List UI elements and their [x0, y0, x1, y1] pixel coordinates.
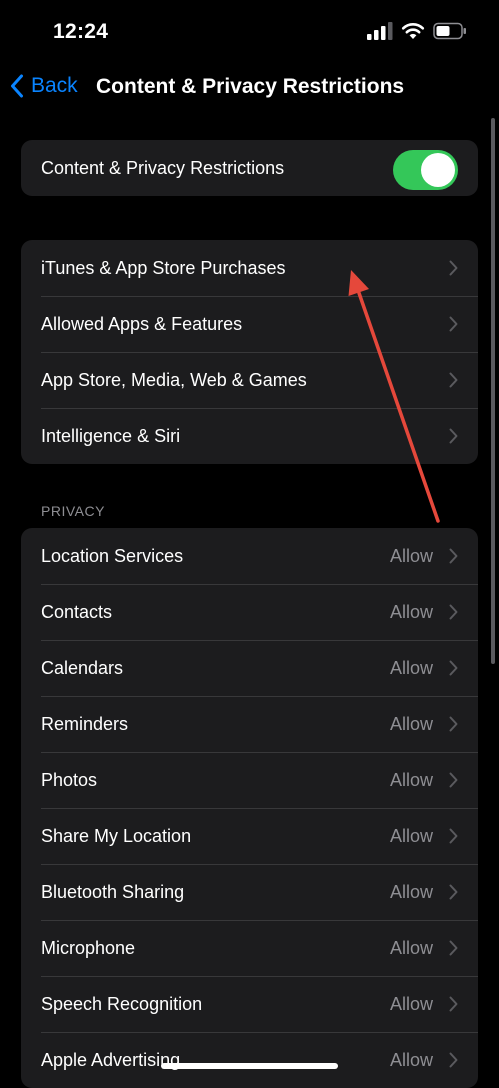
row-calendars[interactable]: Calendars Allow [21, 640, 478, 696]
privacy-section-header: PRIVACY [41, 503, 105, 519]
row-label: Reminders [41, 713, 129, 734]
wifi-icon [401, 23, 425, 39]
row-value: Allow [389, 657, 433, 678]
toggle-label: Content & Privacy Restrictions [41, 157, 285, 178]
row-reminders[interactable]: Reminders Allow [21, 696, 478, 752]
status-icons [367, 22, 467, 40]
row-value: Allow [389, 1049, 433, 1070]
restrictions-group: iTunes & App Store Purchases Allowed App… [21, 240, 478, 464]
main-toggle-group: Content & Privacy Restrictions [21, 140, 478, 196]
row-value: Allow [389, 545, 433, 566]
row-label: Location Services [41, 545, 184, 566]
scroll-indicator[interactable] [491, 118, 495, 664]
row-value: Allow [389, 993, 433, 1014]
row-value: Allow [389, 601, 433, 622]
row-label: iTunes & App Store Purchases [41, 257, 286, 278]
chevron-right-icon [449, 828, 458, 844]
row-label: Microphone [41, 937, 136, 958]
row-value: Allow [389, 769, 433, 790]
row-microphone[interactable]: Microphone Allow [21, 920, 478, 976]
row-value: Allow [389, 881, 433, 902]
home-indicator[interactable] [161, 1063, 338, 1069]
row-photos[interactable]: Photos Allow [21, 752, 478, 808]
row-label: Intelligence & Siri [41, 425, 181, 446]
chevron-right-icon [449, 772, 458, 788]
chevron-right-icon [449, 372, 458, 388]
toggle-knob [421, 153, 455, 187]
back-button[interactable]: Back [10, 74, 78, 98]
chevron-right-icon [449, 884, 458, 900]
chevron-right-icon [449, 604, 458, 620]
page-title: Content & Privacy Restrictions [96, 75, 405, 98]
row-value: Allow [389, 713, 433, 734]
status-time: 12:24 [53, 20, 109, 43]
row-label: Allowed Apps & Features [41, 313, 243, 334]
chevron-right-icon [449, 428, 458, 444]
chevron-right-icon [449, 260, 458, 276]
row-bluetooth-sharing[interactable]: Bluetooth Sharing Allow [21, 864, 478, 920]
row-location-services[interactable]: Location Services Allow [21, 528, 478, 584]
chevron-left-icon [11, 74, 23, 98]
chevron-right-icon [449, 1052, 458, 1068]
row-app-store-media-web-games[interactable]: App Store, Media, Web & Games [21, 352, 478, 408]
battery-icon [433, 22, 466, 40]
chevron-right-icon [449, 996, 458, 1012]
chevron-right-icon [449, 940, 458, 956]
row-label: Speech Recognition [41, 993, 203, 1014]
row-intelligence-siri[interactable]: Intelligence & Siri [21, 408, 478, 464]
row-contacts[interactable]: Contacts Allow [21, 584, 478, 640]
content-privacy-toggle-row: Content & Privacy Restrictions [21, 140, 478, 196]
row-share-my-location[interactable]: Share My Location Allow [21, 808, 478, 864]
cellular-signal-icon [367, 22, 393, 40]
status-bar: 12:24 [0, 0, 499, 66]
row-label: Contacts [41, 601, 113, 622]
content-privacy-toggle[interactable] [393, 150, 458, 190]
row-label: App Store, Media, Web & Games [41, 369, 307, 390]
chevron-right-icon [449, 716, 458, 732]
navigation-bar: Back Content & Privacy Restrictions [0, 66, 499, 112]
row-label: Calendars [41, 657, 124, 678]
privacy-group: Location Services Allow Contacts Allow C… [21, 528, 478, 1088]
row-value: Allow [389, 937, 433, 958]
chevron-right-icon [449, 316, 458, 332]
back-label: Back [31, 74, 78, 97]
row-itunes-app-store-purchases[interactable]: iTunes & App Store Purchases [21, 240, 478, 296]
row-label: Share My Location [41, 825, 192, 846]
chevron-right-icon [449, 548, 458, 564]
row-label: Apple Advertising [41, 1049, 181, 1070]
row-value: Allow [389, 825, 433, 846]
row-label: Photos [41, 769, 98, 790]
chevron-right-icon [449, 660, 458, 676]
row-allowed-apps-features[interactable]: Allowed Apps & Features [21, 296, 478, 352]
row-label: Bluetooth Sharing [41, 881, 185, 902]
row-speech-recognition[interactable]: Speech Recognition Allow [21, 976, 478, 1032]
